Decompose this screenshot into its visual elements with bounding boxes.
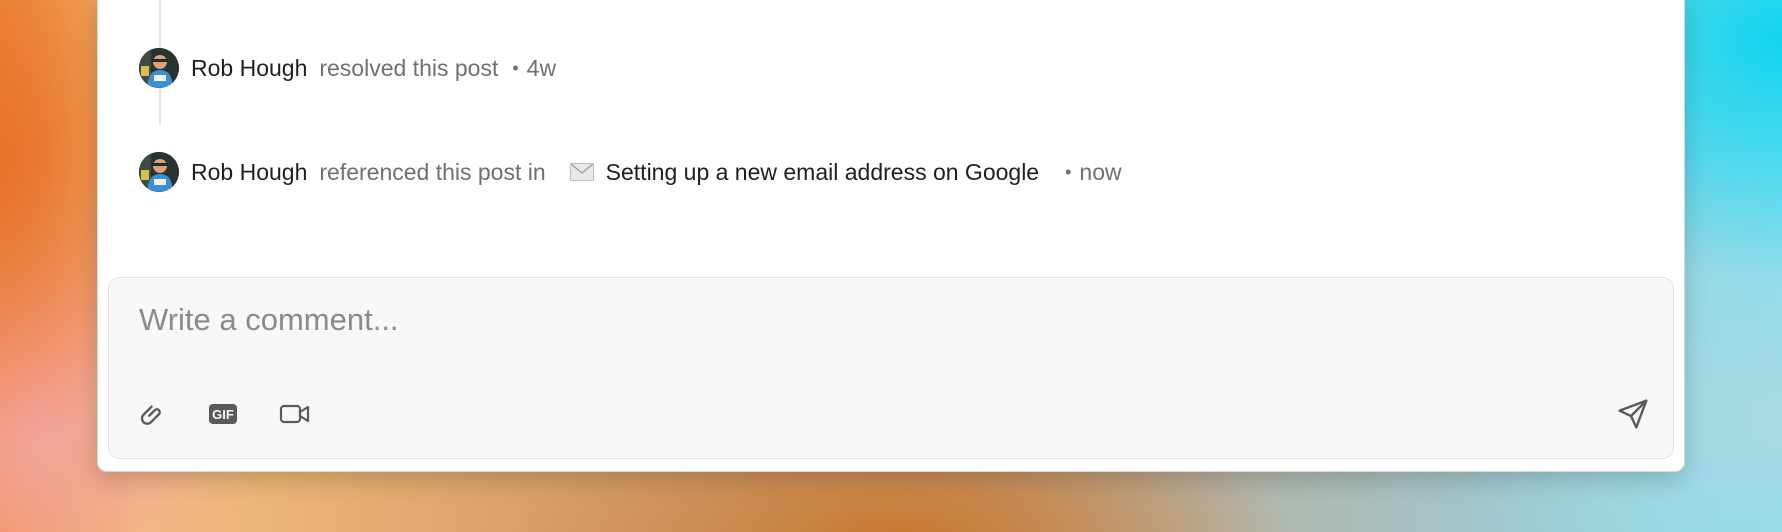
avatar[interactable]: [139, 48, 179, 88]
referenced-post-link[interactable]: Setting up a new email address on Google: [606, 159, 1039, 186]
svg-text:GIF: GIF: [212, 407, 234, 422]
timestamp: now: [1079, 158, 1122, 185]
activity-verb: resolved this post: [319, 54, 499, 81]
separator-dot: •: [512, 57, 519, 78]
author-name[interactable]: Rob Hough: [191, 159, 307, 186]
send-button[interactable]: [1613, 394, 1653, 434]
comment-composer: GIF: [108, 277, 1674, 459]
post-activity-panel: Rob Hough resolved this post • 4w Rob Ho…: [97, 0, 1685, 472]
video-camera-icon: [279, 404, 310, 424]
gif-icon: GIF: [209, 404, 237, 424]
activity-verb: referenced this post in: [319, 158, 546, 185]
activity-item-referenced: Rob Hough referenced this post in Settin…: [139, 152, 1122, 192]
envelope-icon: [569, 163, 594, 181]
author-name[interactable]: Rob Hough: [191, 55, 307, 82]
comment-input[interactable]: [139, 302, 1539, 338]
separator-dot: •: [1065, 161, 1072, 182]
video-button[interactable]: [275, 394, 315, 434]
timestamp: 4w: [526, 54, 557, 81]
paper-plane-icon: [1618, 399, 1648, 429]
activity-item-resolved: Rob Hough resolved this post • 4w: [139, 48, 556, 88]
paperclip-icon: [140, 405, 161, 425]
avatar[interactable]: [139, 152, 179, 192]
gif-button[interactable]: GIF: [203, 394, 243, 434]
attach-button[interactable]: [131, 394, 171, 434]
